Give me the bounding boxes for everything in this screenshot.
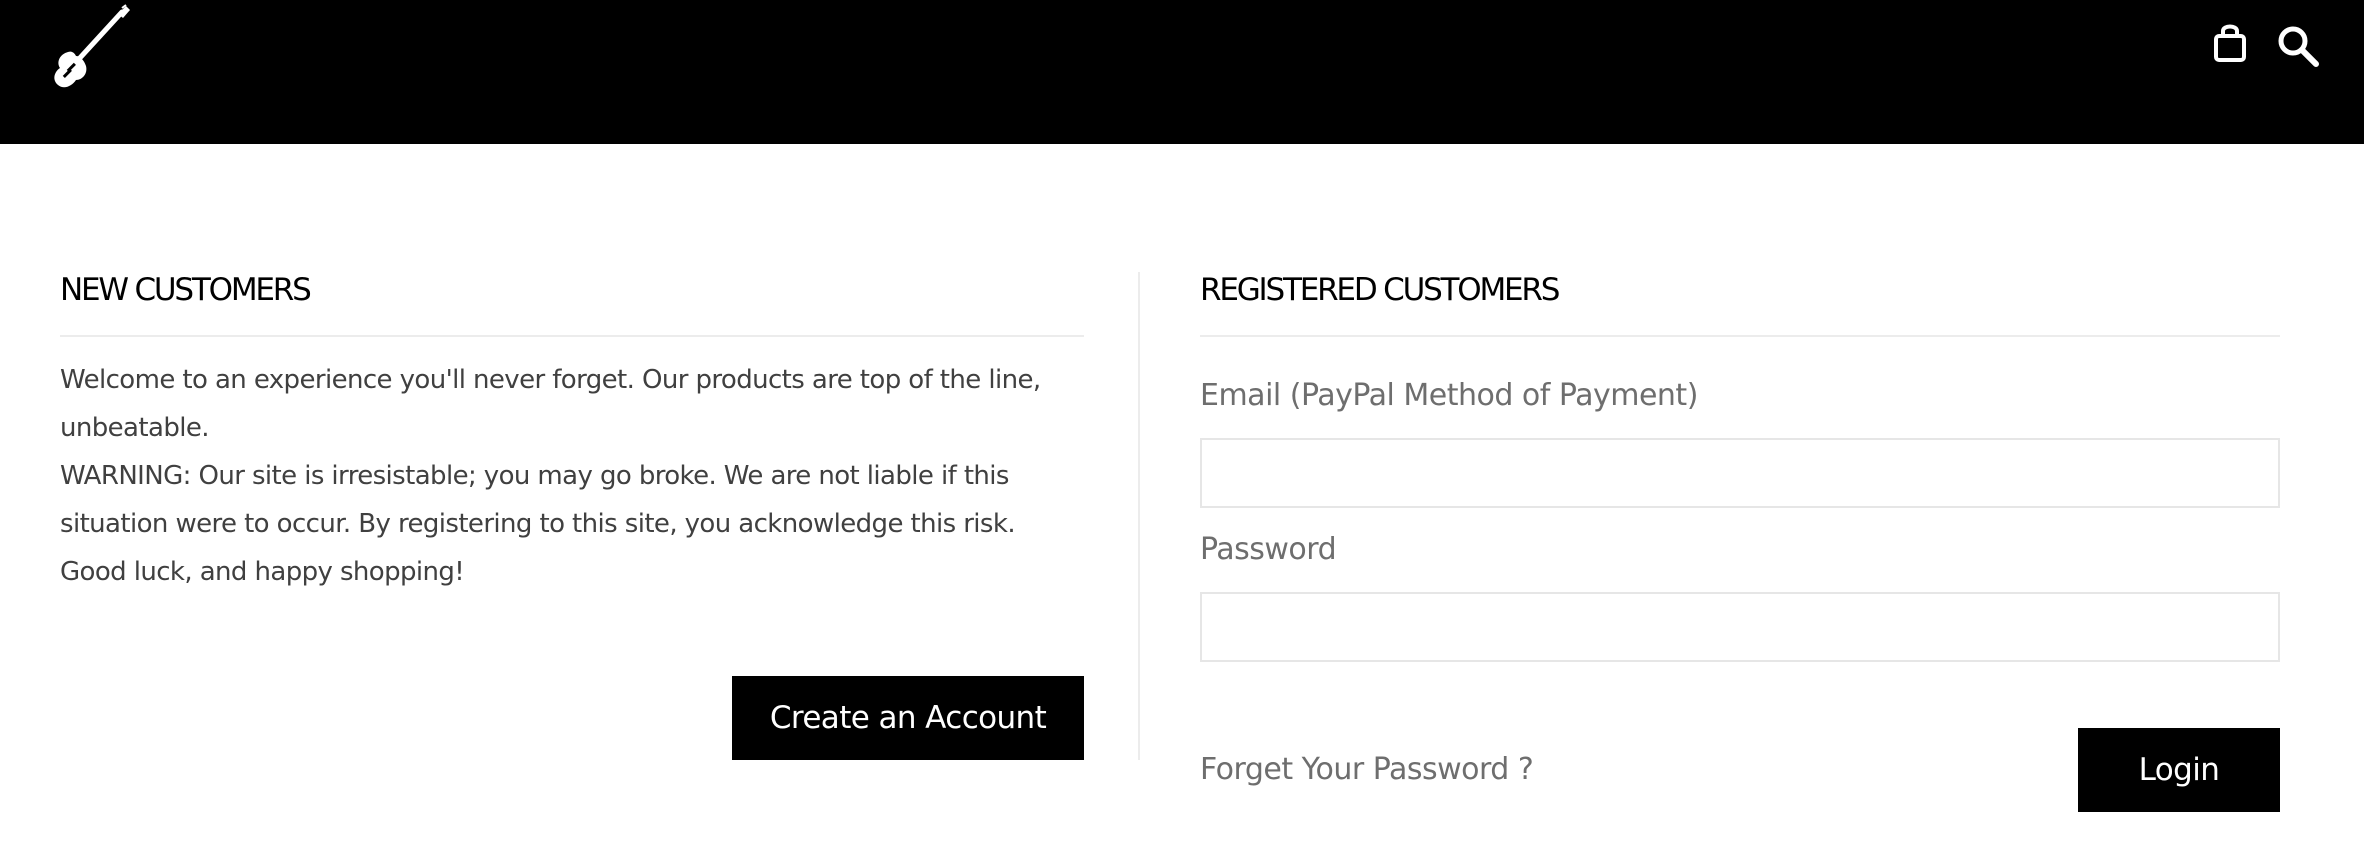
forgot-password-link[interactable]: Forget Your Password ? <box>1200 750 1534 790</box>
column-divider <box>1138 272 1140 760</box>
login-button[interactable]: Login <box>2078 728 2280 812</box>
site-header <box>0 0 2364 144</box>
electric-guitar-icon[interactable] <box>46 4 132 90</box>
search-icon[interactable] <box>2276 24 2320 68</box>
welcome-paragraph: Welcome to an experience you'll never fo… <box>60 365 1041 443</box>
email-label: Email (PayPal Method of Payment) <box>1200 378 1698 413</box>
new-customers-divider <box>60 335 1084 337</box>
password-label: Password <box>1200 532 1337 567</box>
create-account-button[interactable]: Create an Account <box>732 676 1084 760</box>
password-field[interactable] <box>1200 592 2280 662</box>
welcome-text: Welcome to an experience you'll never fo… <box>60 356 1090 596</box>
warning-paragraph: WARNING: Our site is irresistable; you m… <box>60 461 1016 539</box>
registered-customers-divider <box>1200 335 2280 337</box>
new-customers-title: NEW CUSTOMERS <box>60 272 312 308</box>
email-field[interactable] <box>1200 438 2280 508</box>
registered-customers-title: REGISTERED CUSTOMERS <box>1200 272 1560 308</box>
closing-paragraph: Good luck, and happy shopping! <box>60 557 465 587</box>
shopping-bag-icon[interactable] <box>2212 22 2248 62</box>
